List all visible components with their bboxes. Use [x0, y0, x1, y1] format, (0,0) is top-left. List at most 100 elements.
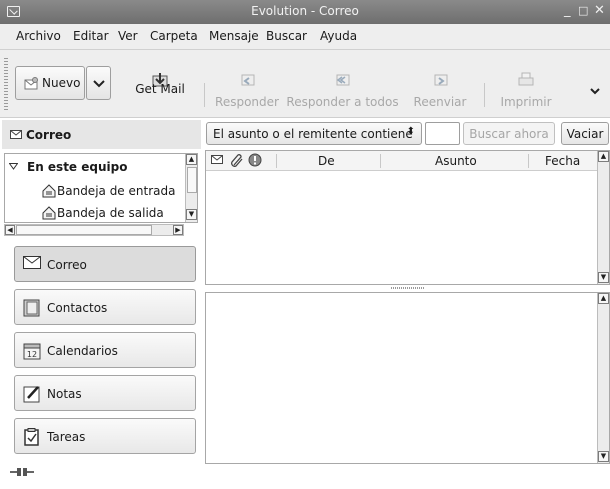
- new-button-label: Nuevo: [42, 76, 81, 90]
- sidebar-header-label: Correo: [26, 128, 72, 142]
- new-button[interactable]: Nuevo: [15, 66, 85, 100]
- scroll-left-icon[interactable]: ◀: [5, 225, 15, 235]
- toolbar: Nuevo Get Mail Responder Responder a tod…: [0, 50, 610, 118]
- address-book-icon: [23, 299, 40, 317]
- search-filter-label: El asunto o el remitente contiene: [213, 127, 413, 141]
- tree-group-label: En este equipo: [27, 160, 128, 174]
- title-bar: Evolution - Correo _ □ ✕: [0, 0, 610, 24]
- column-divider[interactable]: [380, 154, 381, 168]
- notes-icon: [23, 386, 40, 403]
- nav-correo-label: Correo: [47, 258, 87, 272]
- menu-mensaje[interactable]: Mensaje: [209, 29, 259, 43]
- nav-notas-button[interactable]: Notas: [14, 375, 196, 411]
- scroll-down-icon[interactable]: ▼: [598, 451, 609, 462]
- column-asunto[interactable]: Asunto: [435, 154, 477, 168]
- outbox-icon: [42, 206, 56, 220]
- new-message-icon: [24, 77, 38, 90]
- nav-contactos-button[interactable]: Contactos: [14, 289, 196, 325]
- forward-icon: [434, 74, 448, 86]
- sidebar-header: Correo: [2, 120, 201, 149]
- search-filter-select[interactable]: El asunto o el remitente contiene ⬍: [206, 122, 422, 145]
- reply-icon: [241, 74, 255, 86]
- mail-icon: [10, 130, 22, 139]
- maximize-icon[interactable]: □: [578, 4, 588, 17]
- reply-all-button[interactable]: Responder a todos: [285, 72, 400, 112]
- tree-vertical-scrollbar[interactable]: ▲ ▼: [185, 154, 197, 222]
- offline-status-icon[interactable]: [10, 467, 34, 477]
- search-bar: El asunto o el remitente contiene ⬍ Busc…: [203, 120, 610, 148]
- scrollbar-thumb[interactable]: [16, 225, 152, 235]
- menu-ver[interactable]: Ver: [118, 29, 138, 43]
- find-now-button[interactable]: Buscar ahora: [463, 122, 555, 145]
- column-de[interactable]: De: [318, 154, 335, 168]
- forward-button[interactable]: Reenviar: [408, 72, 472, 112]
- nav-correo-button[interactable]: Correo: [14, 246, 196, 282]
- window-title: Evolution - Correo: [251, 4, 359, 18]
- column-fecha[interactable]: Fecha: [545, 154, 580, 168]
- calendar-icon-day: 12: [27, 350, 37, 359]
- menu-editar[interactable]: Editar: [73, 29, 109, 43]
- clear-button[interactable]: Vaciar: [561, 122, 609, 145]
- reply-button[interactable]: Responder: [212, 72, 282, 112]
- message-preview[interactable]: ▲ ▼: [205, 292, 610, 464]
- menu-ayuda[interactable]: Ayuda: [320, 29, 357, 43]
- scrollbar-thumb[interactable]: [187, 167, 197, 193]
- menu-buscar[interactable]: Buscar: [266, 29, 307, 43]
- preview-scrollbar[interactable]: ▲ ▼: [597, 293, 609, 463]
- printer-icon: [518, 72, 534, 86]
- reply-label: Responder: [215, 95, 279, 109]
- reply-all-label: Responder a todos: [286, 95, 399, 109]
- find-now-label: Buscar ahora: [469, 127, 549, 141]
- toolbar-separator: [204, 83, 205, 107]
- forward-label: Reenviar: [413, 95, 467, 109]
- status-column-icon[interactable]: [211, 155, 223, 165]
- pane-splitter[interactable]: [205, 285, 610, 291]
- importance-column-icon[interactable]: [248, 153, 262, 167]
- close-icon[interactable]: ✕: [594, 3, 605, 18]
- expander-open-icon[interactable]: [9, 163, 18, 170]
- column-divider[interactable]: [528, 154, 529, 168]
- toolbar-overflow-icon[interactable]: [590, 88, 600, 95]
- scroll-right-icon[interactable]: ▶: [173, 225, 183, 235]
- tree-horizontal-scrollbar[interactable]: ◀ ▶: [4, 224, 184, 236]
- toolbar-separator: [484, 83, 485, 107]
- get-mail-label: Get Mail: [135, 82, 185, 96]
- print-label: Imprimir: [500, 95, 552, 109]
- nav-calendarios-button[interactable]: 12 Calendarios: [14, 332, 196, 368]
- scroll-up-icon[interactable]: ▲: [598, 151, 609, 162]
- tasks-icon: [24, 428, 39, 446]
- nav-tareas-button[interactable]: Tareas: [14, 418, 196, 454]
- folder-inbox-label: Bandeja de entrada: [57, 184, 176, 198]
- attachment-column-icon[interactable]: [230, 153, 244, 167]
- menu-bar: Archivo Editar Ver Carpeta Mensaje Busca…: [0, 24, 610, 50]
- nav-contactos-label: Contactos: [47, 301, 108, 315]
- search-input[interactable]: [425, 122, 460, 145]
- splitter-grip[interactable]: [391, 287, 425, 289]
- message-list[interactable]: De Asunto Fecha ▲ ▼: [205, 150, 610, 285]
- get-mail-button[interactable]: Get Mail: [130, 72, 190, 112]
- minimize-icon[interactable]: _: [564, 3, 571, 18]
- chevron-down-icon: [93, 80, 105, 88]
- clear-label: Vaciar: [566, 127, 604, 141]
- scroll-down-icon[interactable]: ▼: [186, 209, 197, 220]
- new-dropdown-button[interactable]: [86, 66, 111, 100]
- inbox-icon: [42, 184, 56, 198]
- scroll-up-icon[interactable]: ▲: [186, 154, 197, 165]
- scroll-up-icon[interactable]: ▲: [598, 293, 609, 304]
- message-list-scrollbar[interactable]: ▲ ▼: [597, 151, 609, 284]
- message-list-header: De Asunto Fecha: [206, 151, 598, 171]
- menu-archivo[interactable]: Archivo: [16, 29, 61, 43]
- nav-calendarios-label: Calendarios: [47, 344, 118, 358]
- nav-tareas-label: Tareas: [47, 430, 86, 444]
- folder-tree: En este equipo Bandeja de entrada Bandej…: [4, 153, 198, 223]
- combo-arrows-icon: ⬍: [406, 126, 415, 137]
- toolbar-grip[interactable]: [4, 58, 8, 110]
- reply-all-icon: [336, 74, 350, 86]
- scroll-down-icon[interactable]: ▼: [598, 272, 609, 283]
- mail-icon: [23, 256, 41, 269]
- menu-carpeta[interactable]: Carpeta: [150, 29, 198, 43]
- nav-notas-label: Notas: [47, 387, 82, 401]
- print-button[interactable]: Imprimir: [496, 72, 556, 112]
- column-divider[interactable]: [276, 154, 277, 168]
- folder-outbox-label: Bandeja de salida: [57, 206, 164, 220]
